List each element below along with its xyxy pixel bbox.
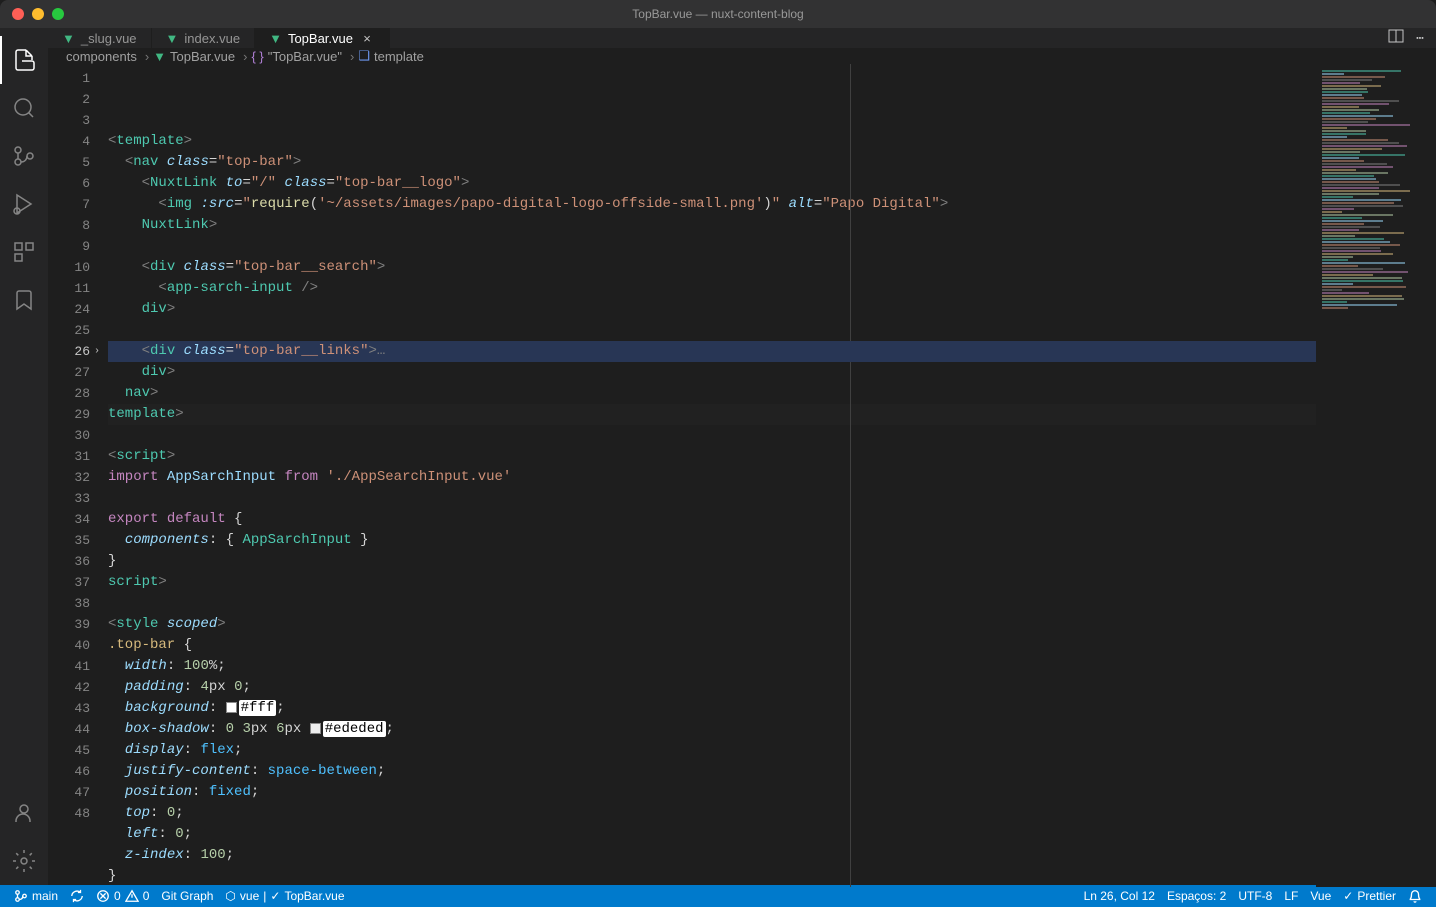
close-window-button[interactable] bbox=[12, 8, 24, 20]
breadcrumb-template[interactable]: template bbox=[374, 49, 424, 64]
activity-bar bbox=[0, 28, 48, 885]
run-debug-icon[interactable] bbox=[0, 180, 48, 228]
more-actions-icon[interactable]: ⋯ bbox=[1416, 31, 1424, 46]
vue-icon: ▼ bbox=[269, 31, 282, 46]
notifications-icon[interactable] bbox=[1402, 889, 1428, 903]
vue-icon: ⬡ bbox=[225, 889, 235, 903]
editor[interactable]: 1234567891011242526272829303132333435363… bbox=[48, 64, 1436, 887]
vue-icon: ▼ bbox=[62, 31, 75, 46]
breadcrumb-symbol[interactable]: "TopBar.vue" bbox=[268, 49, 342, 64]
code-content[interactable]: <template> <nav class="top-bar"> <NuxtLi… bbox=[108, 64, 1436, 887]
account-icon[interactable] bbox=[0, 789, 48, 837]
ruler bbox=[850, 64, 851, 887]
breadcrumbs[interactable]: components› ▼ TopBar.vue› { } "TopBar.vu… bbox=[48, 48, 1436, 64]
split-editor-icon[interactable] bbox=[1388, 28, 1404, 48]
editor-area: ▼ _slug.vue ▼ index.vue ▼ TopBar.vue × ⋯… bbox=[48, 28, 1436, 885]
tab-topbar-vue[interactable]: ▼ TopBar.vue × bbox=[255, 28, 390, 48]
statusbar: main 0 0 Git Graph ⬡ vue | ✓ TopBar.vue … bbox=[0, 885, 1436, 907]
xml-icon: ❑ bbox=[358, 48, 370, 64]
prettier-status[interactable]: ✓ Prettier bbox=[1337, 889, 1402, 903]
tab-index-vue[interactable]: ▼ index.vue bbox=[152, 28, 256, 48]
tab-label: _slug.vue bbox=[81, 31, 137, 46]
braces-icon: { } bbox=[251, 49, 263, 64]
git-branch[interactable]: main bbox=[8, 889, 64, 903]
git-graph[interactable]: Git Graph bbox=[155, 889, 219, 903]
tab-label: TopBar.vue bbox=[288, 31, 353, 46]
editor-tabs: ▼ _slug.vue ▼ index.vue ▼ TopBar.vue × ⋯ bbox=[48, 28, 1436, 48]
eslint-status[interactable]: ⬡ vue | ✓ TopBar.vue bbox=[219, 889, 350, 903]
check-icon: ✓ bbox=[270, 889, 280, 903]
window-title: TopBar.vue — nuxt-content-blog bbox=[632, 7, 803, 21]
bookmark-icon[interactable] bbox=[0, 276, 48, 324]
minimap[interactable] bbox=[1316, 64, 1436, 887]
breadcrumb-file[interactable]: TopBar.vue bbox=[170, 49, 235, 64]
check-icon: ✓ bbox=[1343, 889, 1353, 903]
settings-icon[interactable] bbox=[0, 837, 48, 885]
language-mode[interactable]: Vue bbox=[1304, 889, 1337, 903]
vue-icon: ▼ bbox=[153, 49, 166, 64]
titlebar: TopBar.vue — nuxt-content-blog bbox=[0, 0, 1436, 28]
minimize-window-button[interactable] bbox=[32, 8, 44, 20]
source-control-icon[interactable] bbox=[0, 132, 48, 180]
cursor-position[interactable]: Ln 26, Col 12 bbox=[1078, 889, 1161, 903]
indentation[interactable]: Espaços: 2 bbox=[1161, 889, 1232, 903]
tab-label: index.vue bbox=[184, 31, 240, 46]
search-icon[interactable] bbox=[0, 84, 48, 132]
tab-slug-vue[interactable]: ▼ _slug.vue bbox=[48, 28, 152, 48]
sync-button[interactable] bbox=[64, 889, 90, 903]
close-icon[interactable]: × bbox=[359, 31, 375, 46]
maximize-window-button[interactable] bbox=[52, 8, 64, 20]
extensions-icon[interactable] bbox=[0, 228, 48, 276]
encoding[interactable]: UTF-8 bbox=[1232, 889, 1278, 903]
problems[interactable]: 0 0 bbox=[90, 889, 155, 903]
explorer-icon[interactable] bbox=[0, 36, 48, 84]
traffic-lights bbox=[0, 8, 64, 20]
line-gutter: 1234567891011242526272829303132333435363… bbox=[48, 64, 108, 887]
eol[interactable]: LF bbox=[1278, 889, 1304, 903]
breadcrumb-folder[interactable]: components bbox=[66, 49, 137, 64]
vue-icon: ▼ bbox=[166, 31, 179, 46]
